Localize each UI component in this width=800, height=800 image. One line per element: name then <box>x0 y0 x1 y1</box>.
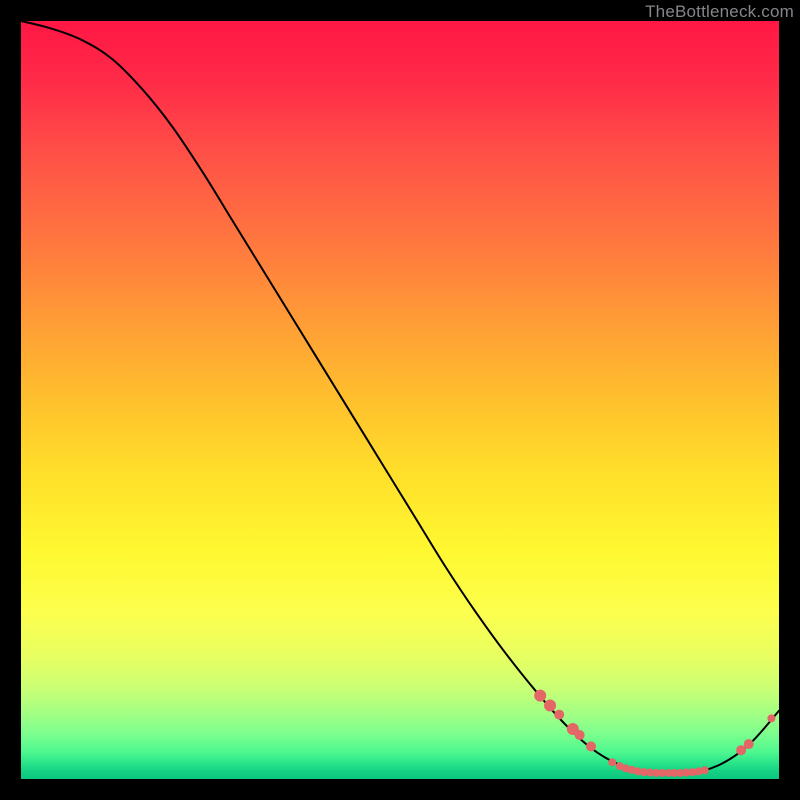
data-marker <box>534 690 546 702</box>
data-marker <box>586 741 596 751</box>
plot-area <box>21 21 779 779</box>
data-marker <box>554 710 564 720</box>
data-marker <box>744 739 754 749</box>
data-marker <box>544 699 556 711</box>
markers-group <box>534 690 775 777</box>
data-marker <box>608 758 616 766</box>
data-marker <box>701 766 709 774</box>
chart-svg <box>21 21 779 779</box>
data-marker <box>575 730 585 740</box>
watermark-text: TheBottleneck.com <box>645 2 794 22</box>
bottleneck-curve <box>21 21 779 774</box>
data-marker <box>767 714 775 722</box>
chart-container: TheBottleneck.com <box>0 0 800 800</box>
